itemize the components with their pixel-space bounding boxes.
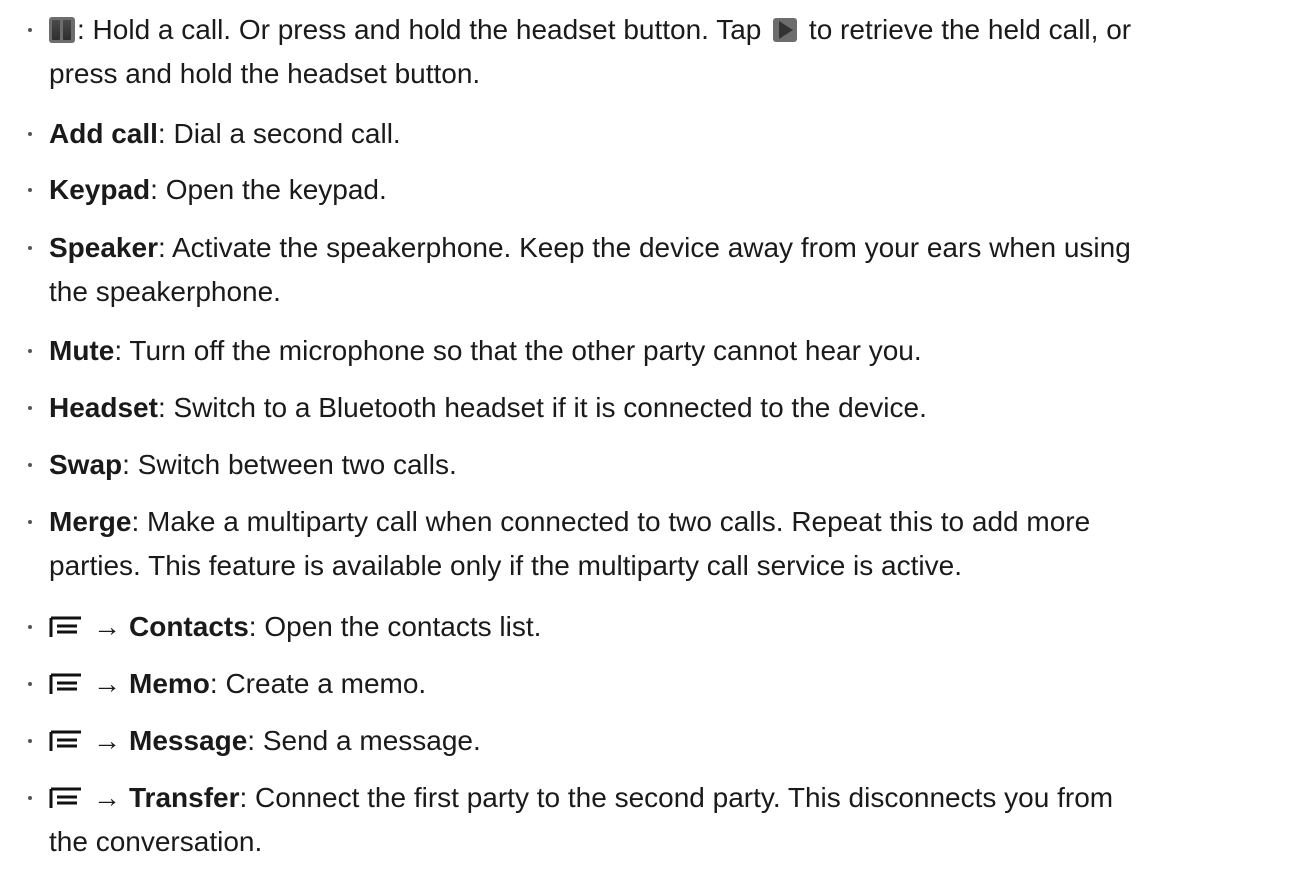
list-item-message: → Message: Send a message. xyxy=(0,719,1303,763)
pause-icon xyxy=(49,16,75,43)
item-line: → Contacts: Open the contacts list. xyxy=(49,605,1293,649)
item-line: Mute: Turn off the microphone so that th… xyxy=(49,329,1293,373)
list-item-hold: : Hold a call. Or press and hold the hea… xyxy=(0,8,1303,96)
menu-icon xyxy=(49,673,83,695)
item-description: : Connect the first party to the second … xyxy=(239,782,1114,813)
item-term: Transfer xyxy=(129,782,240,813)
item-line-2: the speakerphone. xyxy=(49,276,281,307)
item-line: Headset: Switch to a Bluetooth headset i… xyxy=(49,386,1293,430)
play-icon xyxy=(773,17,798,42)
list-item-swap: Swap: Switch between two calls. xyxy=(0,443,1303,487)
item-description: : Make a multiparty call when connected … xyxy=(131,506,1091,537)
item-line: Keypad: Open the keypad. xyxy=(49,168,1293,212)
list-item-mute: Mute: Turn off the microphone so that th… xyxy=(0,329,1303,373)
item-term: Headset xyxy=(49,392,158,423)
item-term: Contacts xyxy=(129,611,249,642)
arrow-icon: → xyxy=(93,668,121,699)
item-line: Add call: Dial a second call. xyxy=(49,112,1293,156)
item-line: → Transfer: Connect the first party to th… xyxy=(49,776,1293,820)
bullet xyxy=(28,625,32,629)
item-description: : Create a memo. xyxy=(209,668,427,699)
bullet xyxy=(28,349,32,353)
item-description: : Switch between two calls. xyxy=(122,449,457,480)
item-line: → Message: Send a message. xyxy=(49,719,1293,763)
list-item-headset: Headset: Switch to a Bluetooth headset i… xyxy=(0,386,1303,430)
item-line-2: press and hold the headset button. xyxy=(49,58,481,89)
arrow-icon: → xyxy=(93,782,121,813)
item-description: : Hold a call. Or press and hold the hea… xyxy=(77,14,770,45)
list-item-transfer: → Transfer: Connect the first party to th… xyxy=(0,776,1303,864)
item-description: : Open the contacts list. xyxy=(248,611,542,642)
menu-icon xyxy=(49,616,83,638)
menu-icon xyxy=(49,787,83,809)
list-item-merge: Merge: Make a multiparty call when conne… xyxy=(0,500,1303,588)
item-term: Swap xyxy=(49,449,123,480)
item-line: Speaker: Activate the speakerphone. Keep… xyxy=(49,226,1293,270)
item-description: : Send a message. xyxy=(247,725,481,756)
list-item-contacts: → Contacts: Open the contacts list. xyxy=(0,605,1303,649)
item-term: Speaker xyxy=(49,232,158,263)
item-line-2: the conversation. xyxy=(49,826,263,857)
item-description: : Dial a second call. xyxy=(157,118,401,149)
item-description-continued: to retrieve the held call, or xyxy=(801,14,1132,45)
item-term: Memo xyxy=(129,668,210,699)
item-line: Swap: Switch between two calls. xyxy=(49,443,1293,487)
arrow-icon: → xyxy=(93,725,121,756)
bullet xyxy=(28,520,32,524)
arrow-icon: → xyxy=(93,611,121,642)
item-line: Merge: Make a multiparty call when conne… xyxy=(49,500,1293,544)
item-term: Mute xyxy=(49,335,115,366)
item-description: : Activate the speakerphone. Keep the de… xyxy=(157,232,1131,263)
item-line: : Hold a call. Or press and hold the hea… xyxy=(49,8,1293,52)
item-term: Keypad xyxy=(49,174,151,205)
item-term: Merge xyxy=(49,506,132,537)
bullet xyxy=(28,463,32,467)
bullet xyxy=(28,796,32,800)
bullet xyxy=(28,188,32,192)
list-item-speaker: Speaker: Activate the speakerphone. Keep… xyxy=(0,226,1303,314)
bullet xyxy=(28,246,32,250)
bullet xyxy=(28,406,32,410)
item-line: → Memo: Create a memo. xyxy=(49,662,1293,706)
list-item-keypad: Keypad: Open the keypad. xyxy=(0,168,1303,212)
bullet xyxy=(28,682,32,686)
menu-icon xyxy=(49,730,83,752)
bullet xyxy=(28,28,32,32)
item-term: Add call xyxy=(49,118,158,149)
item-description: : Turn off the microphone so that the ot… xyxy=(114,335,922,366)
bullet xyxy=(28,739,32,743)
item-description: : Switch to a Bluetooth headset if it is… xyxy=(157,392,927,423)
list-item-add-call: Add call: Dial a second call. xyxy=(0,112,1303,156)
bullet xyxy=(28,132,32,136)
item-line-2: parties. This feature is available only … xyxy=(49,550,962,581)
list-item-memo: → Memo: Create a memo. xyxy=(0,662,1303,706)
item-term: Message xyxy=(129,725,248,756)
item-description: : Open the keypad. xyxy=(150,174,387,205)
